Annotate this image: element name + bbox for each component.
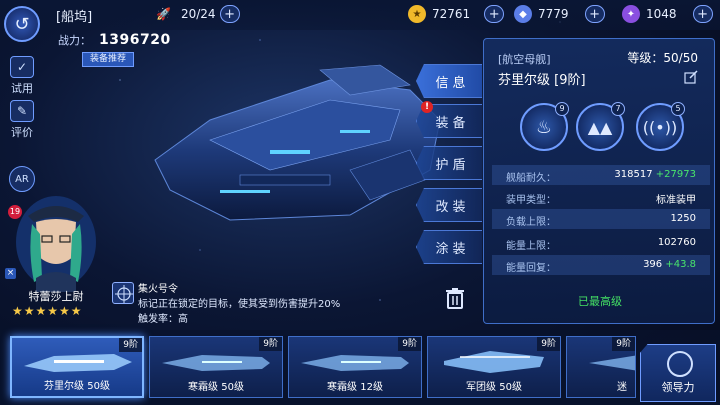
gauge-icon <box>667 351 693 377</box>
crosshair-icon <box>112 282 134 304</box>
flame-icon: ♨ <box>535 116 553 138</box>
fleet-count: 🚀 20/24 + <box>156 5 240 23</box>
ship-level: 等级：50/50 <box>627 51 698 65</box>
captain-skill-title: 集火号令 <box>138 284 178 295</box>
ship-info-panel: [航空母舰] 等级：50/50 芬里尔级 [9阶] ♨ 9 ▲▲ 7 ((•))… <box>483 38 715 324</box>
trial-button[interactable]: ✓ 试用 <box>8 56 36 96</box>
trash-icon[interactable] <box>443 286 467 310</box>
review-button[interactable]: ✎ 评价 <box>8 100 36 140</box>
cruiser-ship-icon <box>444 351 544 373</box>
captain-level-badge: 19 <box>8 205 22 219</box>
captain-stars: ★★★★★★ <box>12 304 83 318</box>
stat-energy-limit: 能量上限： 102760 <box>506 237 696 252</box>
carrier-ship-icon <box>24 354 132 372</box>
stat-energy-regen: 能量回复： 396 +43.8 <box>492 255 710 275</box>
frigate-ship-icon <box>301 355 409 371</box>
add-star-coin-button[interactable]: + <box>484 5 505 23</box>
ship-card-legion-50[interactable]: 9阶 军团级 50级 <box>427 336 561 398</box>
ship-card-fenrir-50[interactable]: 9阶 芬里尔级 50级 <box>10 336 144 398</box>
back-arrow-icon: ↺ <box>14 13 30 35</box>
rocket-icon: 🚀 <box>156 7 171 21</box>
review-icon: ✎ <box>10 100 34 122</box>
stat-load-limit: 负载上限： 1250 <box>492 209 710 229</box>
ship-icon <box>589 355 635 371</box>
add-gem-button[interactable]: + <box>692 5 713 23</box>
skill-level-badge: 9 <box>555 102 569 116</box>
stat-durability: 舰船耐久： 318517 +27973 <box>492 165 710 185</box>
add-fleet-button[interactable]: + <box>219 5 240 23</box>
combat-power: 战力： 1396720 <box>58 32 171 48</box>
star-coin-icon: ★ <box>408 5 426 23</box>
max-level-label: 已最高级 <box>578 295 622 308</box>
ship-card-frost-12[interactable]: 9阶 寒霜级 12级 <box>288 336 422 398</box>
star-coin-counter: ★ 72761 + <box>408 5 505 23</box>
back-button[interactable]: ↺ <box>4 6 40 42</box>
checklist-icon: ✓ <box>10 56 34 78</box>
ship-card-partial[interactable]: 9阶 迷 <box>566 336 636 398</box>
equipment-recommend-button[interactable]: 装备推荐 <box>82 52 134 67</box>
fighters-icon: ▲▲ <box>587 117 613 137</box>
crystal-icon: ◆ <box>514 5 532 23</box>
crystal-counter: ◆ 7779 + <box>514 5 605 23</box>
ship-class: [航空母舰] <box>498 53 551 66</box>
ship-model[interactable] <box>150 50 450 250</box>
ship-name: 芬里尔级 [9阶] <box>498 73 586 88</box>
tab-info[interactable]: 信息 <box>416 64 482 98</box>
gem-icon: ✦ <box>622 5 640 23</box>
stat-armor-type: 装甲类型： 标准装甲 <box>506 195 696 206</box>
captain-name: 特蕾莎上尉 <box>28 290 84 303</box>
skill-level-badge: 7 <box>611 102 625 116</box>
top-bar <box>0 0 720 30</box>
ship-skill-1[interactable]: ♨ 9 <box>520 102 569 151</box>
tab-modify[interactable]: 改装 <box>416 188 482 222</box>
skill-level-badge: 5 <box>671 102 685 116</box>
captain-skill-trigger: 触发率：高 <box>138 314 188 325</box>
leadership-button[interactable]: 领导力 <box>640 344 716 402</box>
tab-shield[interactable]: 护盾 <box>416 146 482 180</box>
edit-icon[interactable] <box>684 69 698 84</box>
equipment-alert-badge: ! <box>421 101 433 113</box>
page-title: [船坞] <box>56 10 93 25</box>
add-crystal-button[interactable]: + <box>584 5 605 23</box>
close-icon[interactable]: × <box>5 268 16 279</box>
frigate-ship-icon <box>162 355 270 371</box>
signal-icon: ((•)) <box>642 117 678 137</box>
captain-skill-description: 标记正在锁定的目标，使其受到伤害提升20% <box>138 299 341 310</box>
ship-card-frost-50[interactable]: 9阶 寒霜级 50级 <box>149 336 283 398</box>
ship-skill-3[interactable]: ((•)) 5 <box>636 102 685 151</box>
ship-skill-2[interactable]: ▲▲ 7 <box>576 102 625 151</box>
tab-paint[interactable]: 涂装 <box>416 230 482 264</box>
gem-counter: ✦ 1048 + <box>622 5 713 23</box>
